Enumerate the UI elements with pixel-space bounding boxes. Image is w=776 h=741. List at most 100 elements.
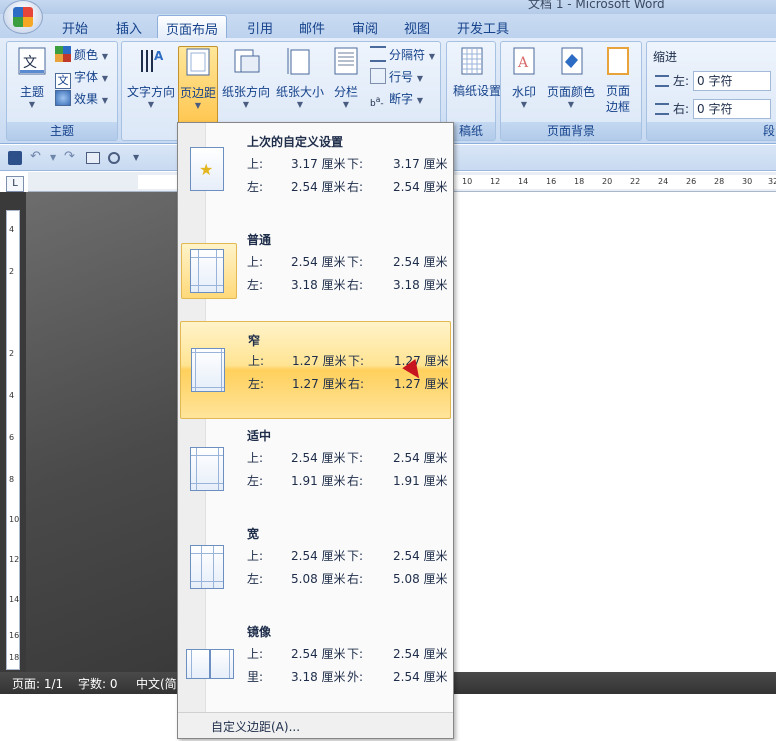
status-language[interactable]: 中文(简 <box>136 675 177 692</box>
chevron-down-icon: ▼ <box>101 52 108 61</box>
print-icon[interactable] <box>86 152 100 164</box>
page-margins-icon <box>190 447 224 491</box>
margin-option-moderate[interactable]: 适中 上: 2.54 厘米 下: 2.54 厘米 左: 1.91 厘米 右: 1… <box>178 417 453 515</box>
margin-option-mirrored[interactable]: 镜像 上: 2.54 厘米 下: 2.54 厘米 里: 3.18 厘米 外: 2… <box>178 613 453 711</box>
redo-icon[interactable]: ↷ <box>64 149 75 164</box>
tab-developer[interactable]: 开发工具 <box>457 18 509 37</box>
margin-option-wide[interactable]: 宽 上: 2.54 厘米 下: 2.54 厘米 左: 5.08 厘米 右: 5.… <box>178 515 453 613</box>
tab-references[interactable]: 引用 <box>247 18 273 37</box>
left-label: 左: <box>247 572 264 586</box>
chevron-down-icon: ▼ <box>101 74 108 83</box>
fonts-icon: 文 <box>55 73 71 89</box>
custom-margins-button[interactable]: 自定义边距(A)... <box>178 712 453 738</box>
bottom-label: 下: <box>347 255 364 269</box>
vruler-tick: 2 <box>9 267 15 276</box>
tab-page-layout[interactable]: 页面布局 <box>157 15 228 39</box>
tab-review[interactable]: 审阅 <box>352 18 378 37</box>
manuscript-settings-button[interactable]: 稿纸设置 <box>453 46 501 99</box>
margin-option-name: 适中 <box>247 429 272 443</box>
margin-option-name: 宽 <box>247 527 260 541</box>
breaks-label: 分隔符 <box>389 48 426 62</box>
chevron-down-icon: ▼ <box>28 100 36 109</box>
tab-mailings[interactable]: 邮件 <box>299 18 325 37</box>
manuscript-group-label: 稿纸 <box>447 122 495 140</box>
bottom-value: 2.54 厘米 <box>393 647 448 661</box>
left-label: 左: <box>247 180 264 194</box>
right-value: 5.08 厘米 <box>393 572 448 586</box>
left-label: 左: <box>248 377 265 391</box>
margin-option-last-custom[interactable]: ★ 上次的自定义设置 上: 3.17 厘米 下: 3.17 厘米 左: 2.54… <box>178 123 453 221</box>
chevron-down-icon: ▼ <box>428 52 435 61</box>
columns-icon <box>334 47 358 75</box>
watermark-button[interactable]: A 水印 ▼ <box>507 46 541 109</box>
undo-icon[interactable]: ↶ <box>30 149 41 164</box>
page-color-button[interactable]: 页面颜色 ▼ <box>545 46 597 109</box>
custom-margins-label: 自定义边距(A)... <box>211 720 301 734</box>
tab-view[interactable]: 视图 <box>404 18 430 37</box>
status-word-count[interactable]: 字数: 0 <box>78 675 118 692</box>
left-value: 1.27 厘米 <box>292 377 347 391</box>
line-numbers-button[interactable]: 行号 ▼ <box>370 67 423 87</box>
margin-option-normal[interactable]: 普通 上: 2.54 厘米 下: 2.54 厘米 左: 3.18 厘米 右: 3… <box>178 221 453 319</box>
chevron-down-icon: ▼ <box>296 100 304 109</box>
outside-label: 外: <box>347 670 364 684</box>
theme-fonts-button[interactable]: 文字体 ▼ <box>55 67 108 89</box>
status-page[interactable]: 页面: 1/1 <box>12 675 63 692</box>
page-borders-button[interactable]: 页面边框 <box>601 46 635 115</box>
indent-right-icon <box>655 103 669 115</box>
tab-home[interactable]: 开始 <box>62 18 88 37</box>
indent-right-input[interactable]: 0 字符 <box>693 99 771 119</box>
star-page-icon: ★ <box>190 147 224 191</box>
margin-option-name: 上次的自定义设置 <box>247 135 344 149</box>
vertical-ruler[interactable]: 4 2 2 4 6 8 10 12 14 16 18 <box>6 210 20 670</box>
themes-group: 文 主题 ▼ 颜色 ▼ 文字体 ▼ 效果 ▼ 主题 <box>6 41 118 141</box>
customize-toolbar-icon[interactable]: ▼ <box>133 153 139 162</box>
effects-icon <box>55 90 71 106</box>
right-value: 1.91 厘米 <box>393 474 448 488</box>
themes-button[interactable]: 文 主题 ▼ <box>13 46 51 109</box>
margins-dropdown: ★ 上次的自定义设置 上: 3.17 厘米 下: 3.17 厘米 左: 2.54… <box>177 122 454 739</box>
paragraph-group-label: 段 <box>647 122 776 140</box>
orientation-label: 纸张方向 <box>221 85 270 99</box>
theme-effects-button[interactable]: 效果 ▼ <box>55 89 108 109</box>
title-bar: 文档 1 - Microsoft Word <box>0 0 776 14</box>
print-preview-icon[interactable] <box>108 152 120 164</box>
breaks-button[interactable]: 分隔符 ▼ <box>370 45 435 65</box>
margins-button[interactable]: 页边距 ▼ <box>178 46 218 126</box>
hyphenation-button[interactable]: ba- 断字 ▼ <box>370 89 423 109</box>
outside-value: 2.54 厘米 <box>393 670 448 684</box>
ruler-tick: 26 <box>686 177 697 186</box>
left-value: 5.08 厘米 <box>291 572 346 586</box>
chevron-down-icon[interactable]: ▼ <box>50 153 56 162</box>
chevron-down-icon: ▼ <box>194 101 202 110</box>
theme-colors-button[interactable]: 颜色 ▼ <box>55 45 108 65</box>
top-label: 上: <box>247 647 264 661</box>
theme-fonts-label: 字体 <box>74 70 99 84</box>
save-icon[interactable] <box>8 151 22 165</box>
bottom-label: 下: <box>347 549 364 563</box>
paragraph-group: 缩进 左: 0 字符 右: 0 字符 段 <box>646 41 776 141</box>
page-background-group-label: 页面背景 <box>501 122 641 140</box>
themes-label: 主题 <box>19 85 44 99</box>
office-button[interactable] <box>3 0 43 34</box>
margin-option-name: 窄 <box>248 334 261 348</box>
vruler-tick: 10 <box>9 515 20 524</box>
top-label: 上: <box>247 255 264 269</box>
tab-insert[interactable]: 插入 <box>116 18 142 37</box>
size-button[interactable]: 纸张大小 ▼ <box>274 46 326 109</box>
columns-button[interactable]: 分栏 ▼ <box>328 46 364 109</box>
hyphenation-label: 断字 <box>389 92 414 106</box>
left-label: 左: <box>247 474 264 488</box>
orientation-button[interactable]: 纸张方向 ▼ <box>220 46 272 109</box>
tab-selector-icon[interactable]: L <box>6 176 24 192</box>
left-label: 左: <box>247 278 264 292</box>
left-value: 1.91 厘米 <box>291 474 346 488</box>
document-page[interactable] <box>454 192 776 672</box>
vruler-tick: 18 <box>9 653 20 662</box>
bottom-value: 2.54 厘米 <box>393 549 448 563</box>
text-direction-button[interactable]: A 文字方向 ▼ <box>126 46 176 109</box>
margin-option-name: 普通 <box>247 233 272 247</box>
margin-option-name: 镜像 <box>247 625 272 639</box>
indent-left-input[interactable]: 0 字符 <box>693 71 771 91</box>
hyphenation-icon: ba- <box>370 95 384 109</box>
